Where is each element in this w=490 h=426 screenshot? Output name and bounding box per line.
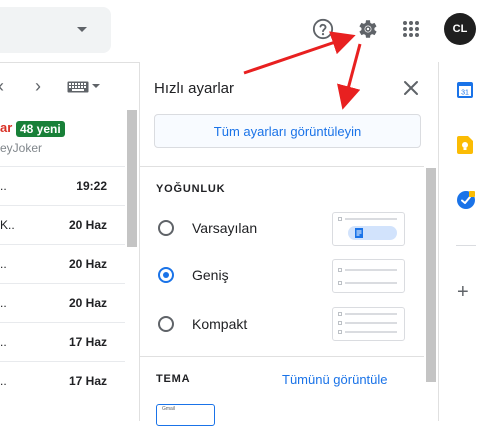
older-chevron-right-icon[interactable]: › bbox=[35, 76, 41, 97]
mail-row[interactable]: .. 17 Haz bbox=[0, 361, 125, 400]
tasks-icon[interactable] bbox=[457, 191, 475, 209]
search-bar[interactable] bbox=[0, 7, 111, 53]
density-comfortable-radio[interactable] bbox=[158, 267, 174, 283]
mail-row[interactable]: .. 17 Haz bbox=[0, 322, 125, 361]
preview-line bbox=[345, 313, 397, 315]
side-panel bbox=[438, 62, 490, 421]
preview-line bbox=[345, 282, 397, 284]
preview-checkbox bbox=[338, 321, 342, 325]
density-comfortable-label[interactable]: Geniş bbox=[192, 267, 229, 283]
input-tools-caret-icon[interactable] bbox=[92, 84, 100, 88]
density-compact-preview[interactable] bbox=[332, 307, 405, 341]
quick-settings-title: Hızlı ayarlar bbox=[154, 80, 235, 97]
help-icon[interactable] bbox=[312, 18, 334, 40]
close-icon[interactable] bbox=[403, 80, 419, 96]
preview-checkbox bbox=[338, 281, 342, 285]
mail-date: 17 Haz bbox=[68, 374, 107, 388]
density-default-preview[interactable] bbox=[332, 212, 405, 246]
mail-date: 20 Haz bbox=[68, 296, 107, 310]
svg-text:31: 31 bbox=[461, 90, 469, 97]
newer-chevron-left-icon[interactable]: ‹ bbox=[0, 76, 4, 97]
density-compact-radio[interactable] bbox=[158, 316, 174, 332]
mail-snippet: .. bbox=[0, 179, 7, 193]
preview-checkbox bbox=[338, 268, 342, 272]
mail-row[interactable]: .. 20 Haz bbox=[0, 283, 125, 322]
mail-date: 19:22 bbox=[76, 179, 107, 193]
calendar-icon[interactable]: 31 bbox=[457, 82, 473, 98]
theme-thumbnail-label: Gmail bbox=[162, 406, 176, 412]
density-default-label[interactable]: Varsayılan bbox=[192, 220, 257, 236]
inbox-category-label[interactable]: ar bbox=[0, 120, 12, 135]
mail-date: 20 Haz bbox=[68, 257, 107, 271]
view-all-themes-link[interactable]: Tümünü görüntüle bbox=[282, 372, 388, 387]
keyboard-icon[interactable] bbox=[67, 81, 89, 93]
inbox-scrollbar[interactable] bbox=[127, 110, 137, 247]
mail-snippet: .. bbox=[0, 335, 7, 349]
avatar[interactable]: CL bbox=[444, 13, 476, 45]
keep-icon[interactable] bbox=[457, 136, 473, 154]
apps-icon[interactable] bbox=[402, 20, 420, 38]
quick-settings-scrollbar[interactable] bbox=[426, 168, 436, 382]
new-count-badge: 48 yeni bbox=[16, 121, 65, 137]
search-options-caret-icon[interactable] bbox=[77, 27, 87, 32]
gear-icon[interactable] bbox=[356, 17, 380, 41]
density-heading: YOĞUNLUK bbox=[156, 183, 226, 195]
mail-snippet: K.. bbox=[0, 218, 15, 232]
density-default-radio[interactable] bbox=[158, 220, 174, 236]
category-senders: eyJoker bbox=[0, 141, 43, 155]
mail-snippet: .. bbox=[0, 257, 7, 271]
theme-heading: TEMA bbox=[156, 373, 191, 385]
preview-line bbox=[345, 218, 397, 220]
preview-checkbox bbox=[338, 330, 342, 334]
plus-icon[interactable]: + bbox=[457, 282, 469, 302]
preview-checkbox bbox=[338, 217, 342, 221]
preview-line bbox=[345, 269, 397, 271]
divider bbox=[139, 356, 424, 357]
mail-snippet: .. bbox=[0, 296, 7, 310]
attachment-doc-icon bbox=[355, 228, 363, 238]
mail-row[interactable]: K.. 20 Haz bbox=[0, 205, 125, 244]
density-compact-label[interactable]: Kompakt bbox=[192, 316, 247, 332]
preview-line bbox=[345, 322, 397, 324]
mail-row[interactable]: .. 20 Haz bbox=[0, 244, 125, 283]
mail-date: 20 Haz bbox=[68, 218, 107, 232]
preview-line bbox=[345, 331, 397, 333]
divider bbox=[456, 245, 476, 246]
mail-date: 17 Haz bbox=[68, 335, 107, 349]
divider bbox=[139, 166, 424, 167]
mail-row[interactable]: .. 19:22 bbox=[0, 166, 125, 205]
mail-snippet: .. bbox=[0, 374, 7, 388]
see-all-settings-button[interactable]: Tüm ayarları görüntüleyin bbox=[154, 114, 421, 148]
density-comfortable-preview[interactable] bbox=[332, 259, 405, 293]
preview-checkbox bbox=[338, 312, 342, 316]
